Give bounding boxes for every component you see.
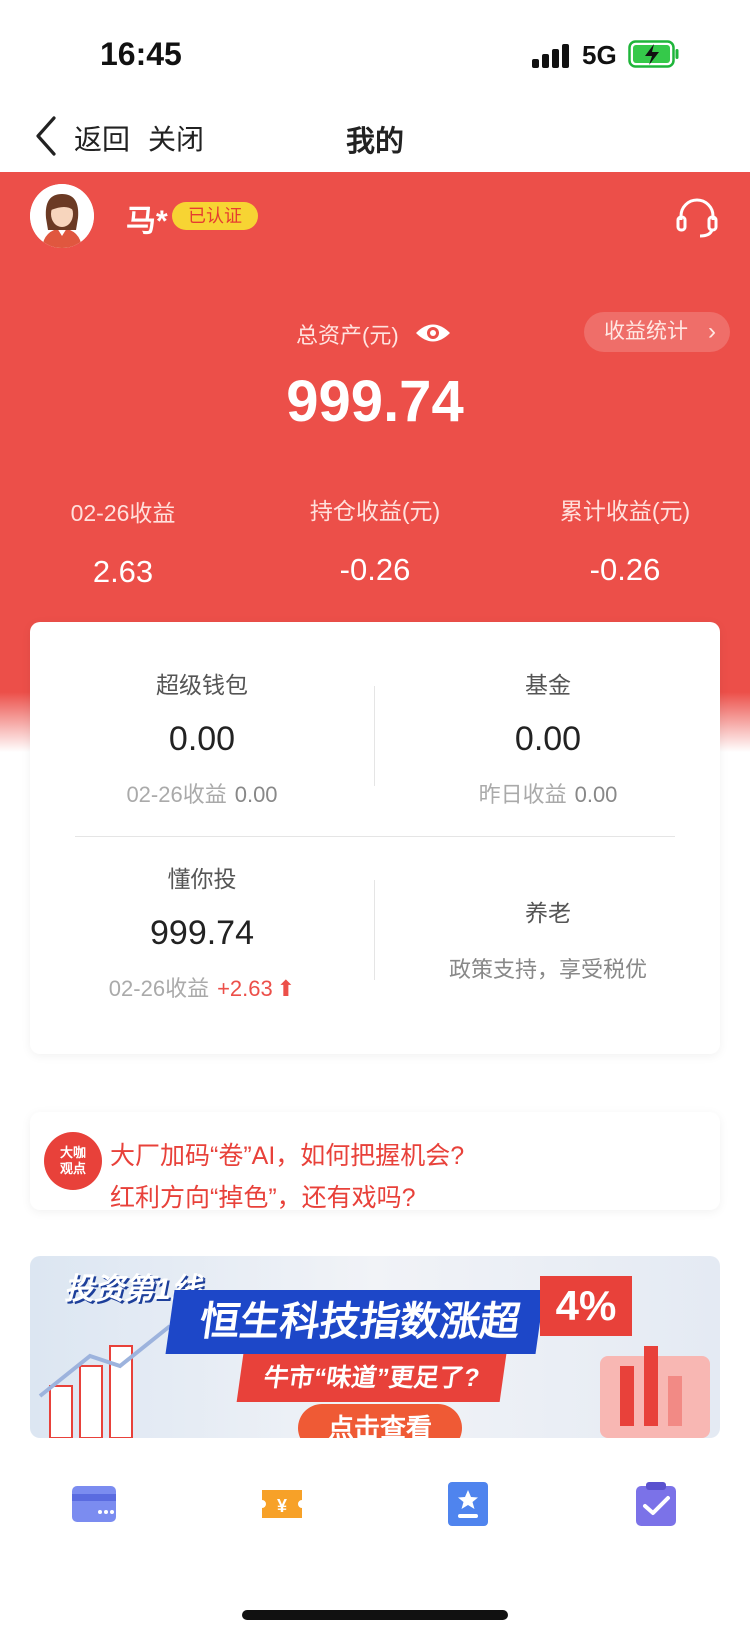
smart-invest-value: 999.74 [150, 914, 254, 952]
promo-banner[interactable]: 投资第1线 恒生科技指数涨超 4% 牛市“味道”更足了? 点击查看 [30, 1256, 720, 1438]
mine-page: 16:45 5G 返回 关闭 我的 马* 已认证 总资产(元) 收益统计 › 9… [0, 0, 750, 1630]
news-headline-next[interactable]: 红利方向“掉色”，还有戏吗? [110, 1178, 416, 1210]
bar-chart-decoration [38, 1324, 172, 1438]
username: 马* [126, 205, 168, 238]
total-assets-label: 总资产(元) [296, 323, 399, 348]
coupon-icon[interactable]: ¥ [258, 1480, 306, 1528]
smart-invest-earnings: 02-26收益 +2.63 ⬆ [108, 976, 296, 1001]
back-button[interactable]: 返回 [74, 118, 130, 158]
customer-service-icon[interactable] [674, 194, 720, 240]
products-card: 超级钱包 0.00 02-26收益 0.00 基金 0.00 昨日收益 0.00 懂… [30, 622, 720, 1054]
divider [374, 686, 375, 786]
stat-label: 02-26收益 [70, 500, 176, 526]
banner-headline: 恒生科技指数涨超 [165, 1290, 545, 1354]
super-wallet-cell[interactable]: 超级钱包 0.00 02-26收益 0.00 [30, 666, 374, 809]
status-bar: 16:45 5G [0, 0, 750, 100]
earnings-stats-label: 收益统计 [604, 320, 688, 343]
fund-earnings: 昨日收益 0.00 [478, 782, 618, 807]
stat-label: 累计收益(元) [559, 498, 691, 524]
stat-daily-earnings[interactable]: 02-26收益 2.63 [0, 494, 248, 590]
fund-value: 0.00 [514, 720, 582, 758]
stat-holding-earnings[interactable]: 持仓收益(元) -0.26 [250, 492, 500, 588]
network-type: 5G [582, 40, 617, 70]
stat-cumulative-earnings[interactable]: 累计收益(元) -0.26 [500, 492, 750, 588]
stat-label: 持仓收益(元) [309, 498, 441, 524]
signal-icon [532, 44, 570, 68]
fund-title: 基金 [525, 672, 571, 698]
eye-icon[interactable] [414, 320, 452, 346]
svg-text:¥: ¥ [277, 1496, 287, 1516]
expert-opinion-icon: 大咖 观点 [44, 1132, 102, 1190]
news-ticker[interactable]: 大咖 观点 大厂加码“卷”AI，如何把握机会? 红利方向“掉色”，还有戏吗? [30, 1112, 720, 1210]
banner-percent: 4% [540, 1276, 632, 1336]
earnings-stats-button[interactable]: 收益统计 › [584, 312, 730, 352]
super-wallet-title: 超级钱包 [156, 672, 248, 698]
total-assets-value: 999.74 [286, 369, 464, 434]
back-arrow-icon[interactable] [32, 114, 62, 158]
pension-desc: 政策支持，享受税优 [448, 957, 647, 982]
divider [374, 880, 375, 980]
stat-value: -0.26 [339, 552, 411, 587]
avatar-icon [30, 184, 94, 248]
star-doc-icon[interactable] [444, 1480, 492, 1528]
banner-subline: 牛市“味道”更足了? [236, 1354, 507, 1402]
stat-value: 2.63 [92, 554, 154, 589]
close-button[interactable]: 关闭 [148, 118, 204, 158]
navigation-bar: 返回 关闭 我的 [0, 100, 750, 172]
arrow-up-icon: ⬆ [276, 976, 296, 1001]
avatar[interactable] [30, 184, 94, 248]
divider [75, 836, 675, 837]
verified-badge: 已认证 [172, 202, 258, 230]
bottom-tab-bar: ¥ [0, 1480, 750, 1590]
banner-view-button[interactable]: 点击查看 [298, 1404, 462, 1438]
stat-value: -0.26 [589, 552, 661, 587]
card-icon[interactable] [70, 1480, 118, 1528]
pension-title: 养老 [525, 900, 571, 926]
fund-cell[interactable]: 基金 0.00 昨日收益 0.00 [376, 666, 720, 809]
pension-cell[interactable]: 养老 政策支持，享受税优 [376, 894, 720, 984]
super-wallet-value: 0.00 [168, 720, 236, 758]
smart-invest-title: 懂你投 [167, 866, 237, 892]
status-time: 16:45 [100, 36, 182, 72]
clipboard-check-icon[interactable] [632, 1480, 680, 1528]
smart-invest-cell[interactable]: 懂你投 999.74 02-26收益 +2.63 ⬆ [30, 860, 374, 1003]
chevron-right-icon: › [708, 318, 716, 345]
news-headline[interactable]: 大厂加码“卷”AI，如何把握机会? [110, 1136, 464, 1172]
home-indicator[interactable] [242, 1610, 508, 1620]
super-wallet-earnings: 02-26收益 0.00 [126, 782, 278, 807]
battery-icon [628, 40, 679, 68]
